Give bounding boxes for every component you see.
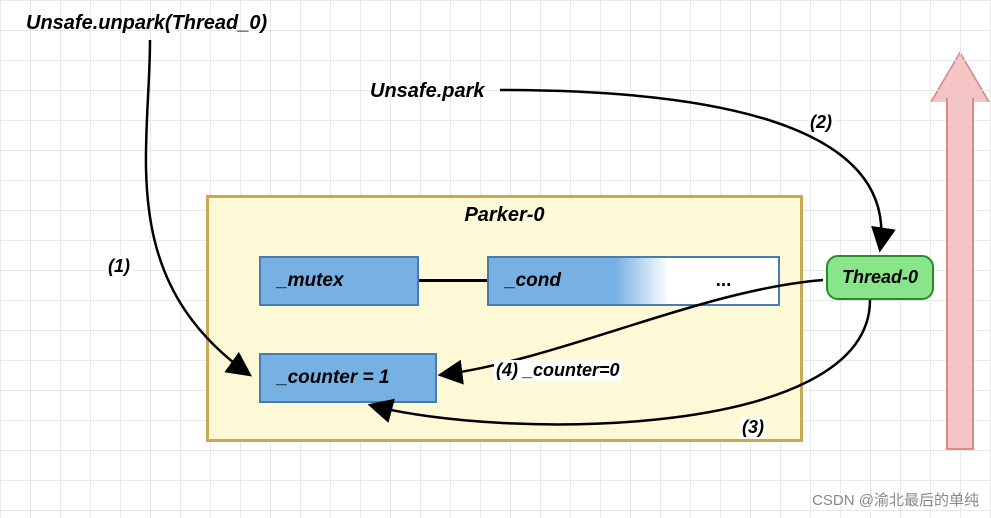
- step4-label: (4) _counter=0: [494, 360, 622, 381]
- mutex-box: _mutex: [259, 256, 419, 306]
- step3-label: (3): [740, 417, 766, 438]
- cond-dots: ...: [669, 258, 778, 304]
- step1-label: (1): [106, 256, 132, 277]
- mutex-cond-connector: [419, 279, 487, 282]
- parker-title: Parker-0: [209, 204, 800, 227]
- cond-label: _cond: [489, 258, 669, 304]
- counter-box: _counter = 1: [259, 353, 437, 403]
- cond-box: _cond ...: [487, 256, 780, 306]
- step2-label: (2): [808, 112, 834, 133]
- park-label: Unsafe.park: [370, 80, 485, 103]
- unpark-label: Unsafe.unpark(Thread_0): [26, 12, 267, 35]
- parker-box: Parker-0 _mutex _cond ... _counter = 1: [206, 195, 803, 442]
- thread-0-box: Thread-0: [826, 255, 934, 300]
- watermark: CSDN @渝北最后的单纯: [812, 489, 979, 510]
- big-up-arrow: [940, 54, 980, 450]
